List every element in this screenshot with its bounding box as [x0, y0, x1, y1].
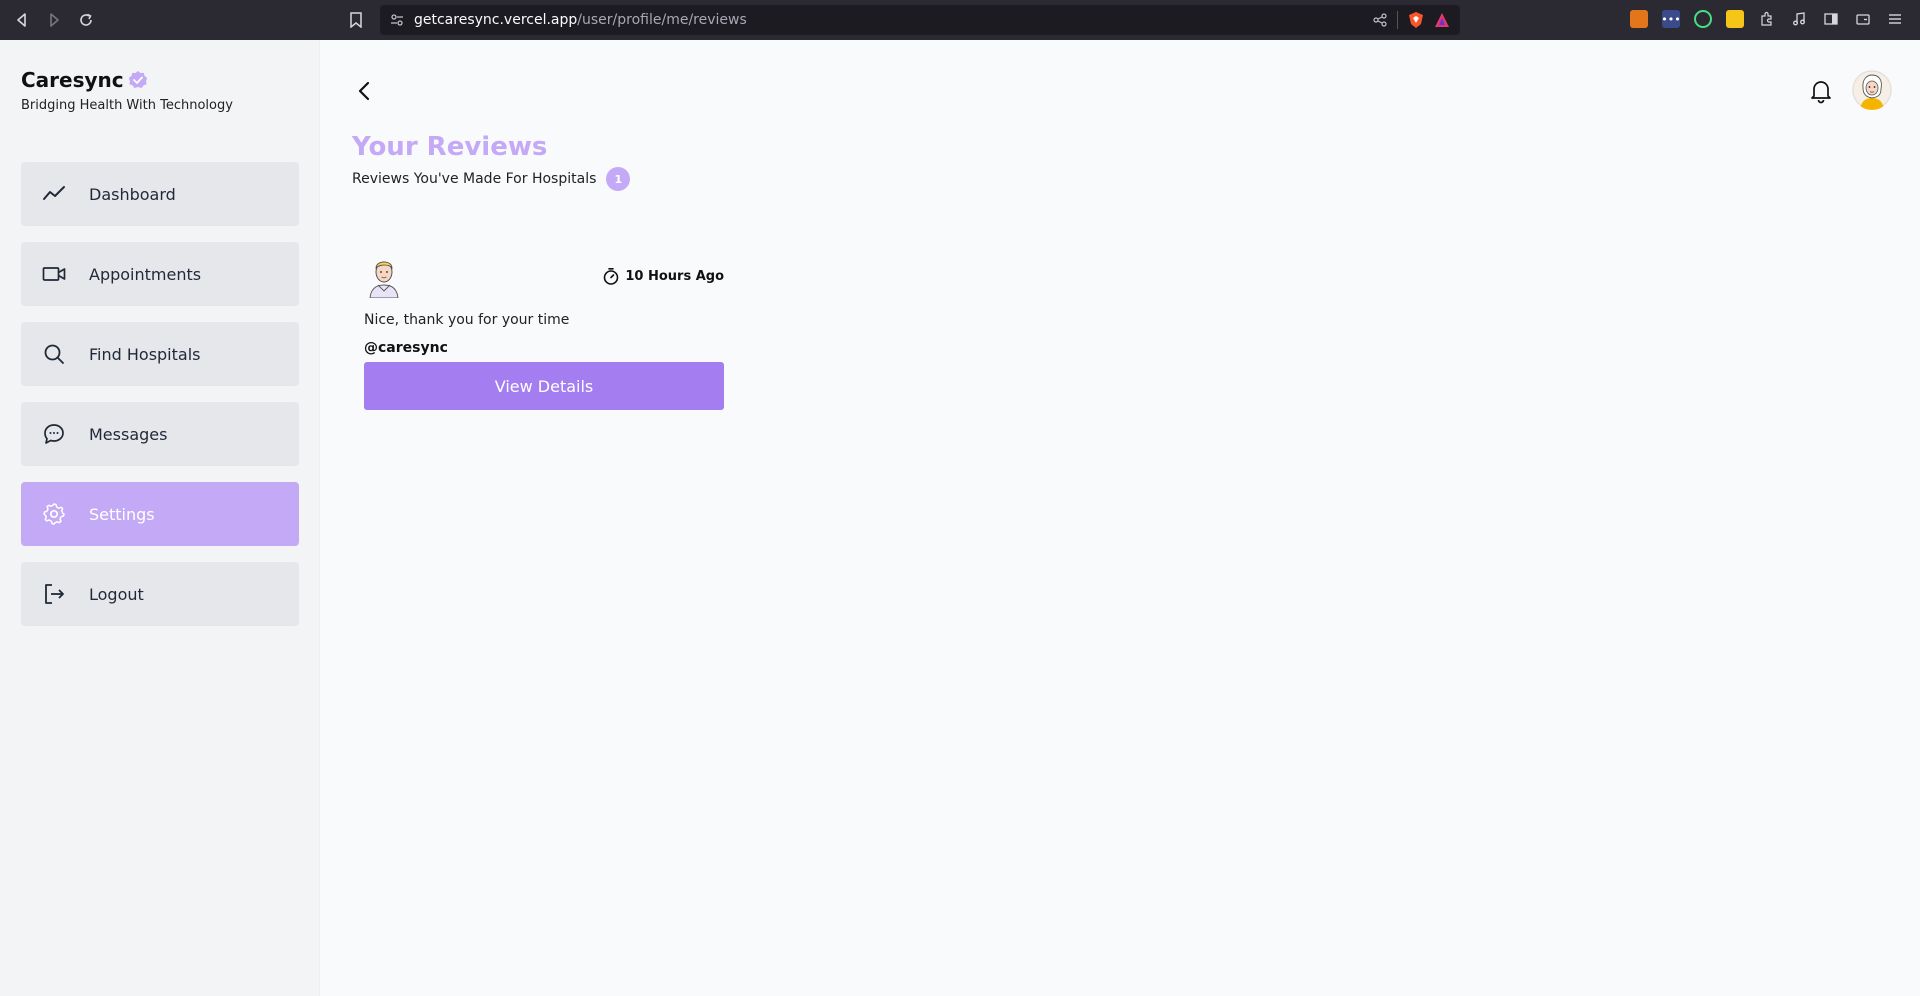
search-icon — [41, 341, 67, 367]
sidebar-toggle-icon[interactable] — [1822, 10, 1840, 28]
wallet-icon[interactable] — [1854, 10, 1872, 28]
browser-forward-button[interactable] — [38, 4, 70, 36]
browser-reload-button[interactable] — [70, 4, 102, 36]
review-time: 10 Hours Ago — [602, 267, 724, 285]
stopwatch-icon — [604, 267, 619, 285]
forward-arrow-icon — [50, 13, 59, 27]
brave-shield-icon[interactable] — [1408, 11, 1424, 29]
sidebar-item-label: Messages — [89, 424, 168, 444]
back-arrow-icon — [17, 13, 26, 27]
share-icon[interactable] — [1373, 13, 1387, 27]
main-content: Your Reviews Reviews You've Made For Hos… — [320, 40, 1920, 996]
browser-menu-icon[interactable] — [1886, 10, 1904, 28]
extension-dots-icon[interactable]: ••• — [1661, 10, 1681, 28]
user-avatar-image — [1852, 70, 1892, 110]
sidebar-item-dashboard[interactable]: Dashboard — [21, 162, 299, 226]
sidebar-item-settings[interactable]: Settings — [21, 482, 299, 546]
trend-line-icon — [41, 181, 67, 207]
browser-toolbar: getcaresync.vercel.app/user/profile/me/r… — [0, 0, 1920, 40]
sidebar-item-logout[interactable]: Logout — [21, 562, 299, 626]
brand-title: Caresync — [21, 68, 124, 92]
sidebar-item-messages[interactable]: Messages — [21, 402, 299, 466]
page-subtitle-row: Reviews You've Made For Hospitals 1 — [352, 167, 631, 191]
reviewer-avatar — [369, 261, 399, 298]
sidebar-nav: Dashboard Appointments Find Hospitals Me… — [21, 162, 299, 642]
sidebar-item-label: Dashboard — [89, 184, 176, 204]
extension-ring-icon[interactable] — [1694, 10, 1712, 28]
user-avatar[interactable] — [1852, 70, 1892, 110]
sidebar-item-find-hospitals[interactable]: Find Hospitals — [21, 322, 299, 386]
video-camera-icon — [41, 261, 67, 287]
review-header: 10 Hours Ago — [364, 252, 724, 300]
review-time-text: 10 Hours Ago — [625, 268, 724, 284]
review-card: 10 Hours Ago Nice, thank you for your ti… — [364, 252, 724, 410]
page-subtitle: Reviews You've Made For Hospitals — [352, 171, 597, 187]
review-text: Nice, thank you for your time — [364, 312, 570, 328]
sidebar-item-label: Logout — [89, 584, 144, 604]
sidebar-item-appointments[interactable]: Appointments — [21, 242, 299, 306]
chat-bubble-icon — [41, 421, 67, 447]
bell-icon — [1811, 81, 1831, 104]
notifications-button[interactable] — [1808, 78, 1834, 104]
extensions-puzzle-icon[interactable] — [1758, 10, 1776, 28]
metamask-extension-icon[interactable] — [1630, 10, 1648, 28]
sidebar-item-label: Find Hospitals — [89, 344, 201, 364]
url-path: /user/profile/me/reviews — [577, 12, 747, 28]
lock-extension-icon[interactable] — [1726, 10, 1744, 28]
brand-title-row: Caresync — [21, 68, 233, 92]
back-button[interactable] — [354, 80, 376, 102]
sidebar: Caresync Bridging Health With Technology… — [0, 40, 320, 996]
site-settings-icon[interactable] — [390, 13, 404, 27]
address-bar[interactable]: getcaresync.vercel.app/user/profile/me/r… — [380, 5, 1460, 35]
review-handle: @caresync — [364, 340, 448, 356]
url-host: getcaresync.vercel.app — [414, 12, 578, 28]
view-details-button[interactable]: View Details — [364, 362, 724, 410]
brave-rewards-icon[interactable] — [1434, 12, 1450, 28]
sidebar-item-label: Appointments — [89, 264, 202, 284]
gear-icon — [41, 501, 67, 527]
verified-badge-icon — [128, 71, 147, 88]
media-music-icon[interactable] — [1790, 10, 1808, 28]
brand: Caresync Bridging Health With Technology — [21, 68, 233, 113]
sidebar-item-label: Settings — [89, 504, 155, 524]
page-title: Your Reviews — [352, 132, 548, 162]
bookmark-button[interactable] — [343, 8, 369, 32]
logout-icon — [41, 581, 67, 607]
chevron-left-icon — [358, 81, 370, 101]
bookmark-icon — [350, 12, 362, 28]
browser-back-button[interactable] — [6, 4, 38, 36]
review-count-badge: 1 — [606, 167, 631, 191]
reload-icon — [80, 13, 92, 26]
brand-tagline: Bridging Health With Technology — [21, 98, 233, 113]
